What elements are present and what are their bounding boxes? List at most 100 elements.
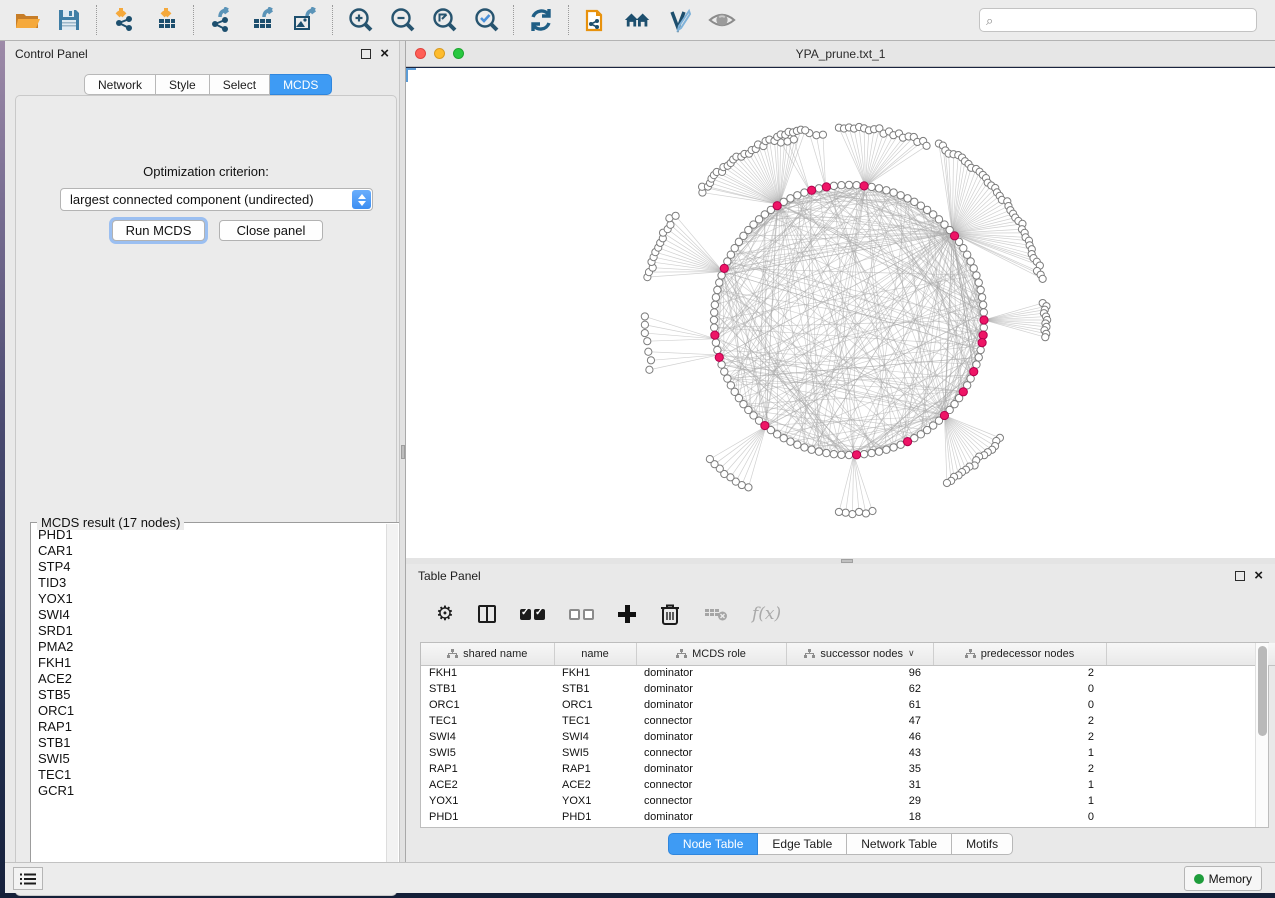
column-header-name[interactable]: name [554, 643, 636, 665]
cell-shared-name[interactable]: ORC1 [421, 697, 554, 713]
network-titlebar[interactable]: YPA_prune.txt_1 [406, 41, 1275, 67]
cell-predecessor-nodes[interactable]: 2 [933, 713, 1106, 729]
mcds-result-item[interactable]: RAP1 [32, 719, 384, 735]
dominator-node[interactable] [711, 331, 719, 339]
mcds-result-item[interactable]: ORC1 [32, 703, 384, 719]
dominator-node[interactable] [808, 186, 816, 194]
cell-predecessor-nodes[interactable]: 1 [933, 777, 1106, 793]
column-header-predecessor-nodes[interactable]: predecessor nodes [933, 643, 1106, 665]
mcds-result-item[interactable]: STB5 [32, 687, 384, 703]
dominator-node[interactable] [852, 451, 860, 459]
dominator-node[interactable] [959, 388, 967, 396]
close-panel-button[interactable]: Close panel [219, 220, 323, 241]
close-panel-icon[interactable]: × [1254, 571, 1263, 581]
network-node[interactable] [838, 182, 845, 189]
dominator-node[interactable] [950, 232, 958, 240]
network-node[interactable] [973, 272, 980, 279]
zoom-fit-button[interactable] [430, 6, 458, 34]
mcds-result-item[interactable]: PHD1 [32, 527, 384, 543]
table-row[interactable]: RAP1RAP1dominator352 [421, 761, 1275, 777]
dominator-node[interactable] [979, 331, 987, 339]
close-panel-icon[interactable]: × [380, 49, 389, 59]
cell-shared-name[interactable]: ACE2 [421, 777, 554, 793]
cell-MCDS-role[interactable]: dominator [636, 809, 786, 825]
cell-name[interactable]: SWI5 [554, 745, 636, 761]
save-session-button[interactable] [55, 6, 83, 34]
network-node[interactable] [801, 444, 808, 451]
network-node[interactable] [883, 187, 890, 194]
cell-predecessor-nodes[interactable]: 0 [933, 697, 1106, 713]
cell-name[interactable]: PHD1 [554, 809, 636, 825]
network-node[interactable] [975, 279, 982, 286]
network-node[interactable] [802, 127, 809, 134]
network-node[interactable] [842, 509, 849, 516]
cell-successor-nodes[interactable]: 61 [786, 697, 933, 713]
mcds-result-item[interactable]: YOX1 [32, 591, 384, 607]
cell-predecessor-nodes[interactable]: 1 [933, 793, 1106, 809]
network-node[interactable] [845, 451, 852, 458]
network-node[interactable] [890, 444, 897, 451]
deselect-all-button[interactable] [569, 609, 594, 620]
network-node[interactable] [835, 508, 842, 515]
network-node[interactable] [808, 446, 815, 453]
graphics-details-button[interactable] [708, 6, 736, 34]
network-node[interactable] [923, 142, 930, 149]
cell-MCDS-role[interactable]: dominator [636, 665, 786, 681]
cell-successor-nodes[interactable]: 18 [786, 809, 933, 825]
cell-name[interactable]: SWI4 [554, 729, 636, 745]
float-panel-icon[interactable] [361, 49, 371, 59]
network-node[interactable] [904, 195, 911, 202]
cell-successor-nodes[interactable]: 31 [786, 777, 933, 793]
network-node[interactable] [838, 451, 845, 458]
cell-successor-nodes[interactable]: 35 [786, 761, 933, 777]
network-node[interactable] [790, 136, 797, 143]
network-node[interactable] [875, 448, 882, 455]
network-node[interactable] [967, 258, 974, 265]
cell-successor-nodes[interactable]: 43 [786, 745, 933, 761]
network-node[interactable] [978, 294, 985, 301]
network-node[interactable] [641, 313, 648, 320]
network-node[interactable] [712, 294, 719, 301]
network-node[interactable] [710, 316, 717, 323]
network-node[interactable] [849, 511, 856, 518]
dominator-node[interactable] [903, 438, 911, 446]
network-node[interactable] [714, 346, 721, 353]
cell-predecessor-nodes[interactable]: 2 [933, 729, 1106, 745]
import-table-button[interactable] [152, 6, 180, 34]
scrollbar-thumb[interactable] [1258, 646, 1267, 736]
cell-shared-name[interactable]: TEC1 [421, 713, 554, 729]
network-node[interactable] [716, 279, 723, 286]
network-node[interactable] [980, 309, 987, 316]
cell-MCDS-role[interactable]: connector [636, 793, 786, 809]
mcds-result-item[interactable]: SRD1 [32, 623, 384, 639]
network-node[interactable] [897, 192, 904, 199]
network-node[interactable] [823, 449, 830, 456]
network-node[interactable] [672, 212, 679, 219]
network-node[interactable] [979, 301, 986, 308]
network-node[interactable] [711, 324, 718, 331]
delete-column-button[interactable] [660, 603, 680, 625]
cell-MCDS-role[interactable]: connector [636, 713, 786, 729]
cell-predecessor-nodes[interactable]: 2 [933, 761, 1106, 777]
table-row[interactable]: ORC1ORC1dominator610 [421, 697, 1275, 713]
mcds-result-item[interactable]: PMA2 [32, 639, 384, 655]
network-node[interactable] [819, 131, 826, 138]
select-all-button[interactable] [520, 609, 545, 620]
float-panel-icon[interactable] [1235, 571, 1245, 581]
mcds-result-item[interactable]: ACE2 [32, 671, 384, 687]
network-node[interactable] [667, 221, 674, 228]
dominator-node[interactable] [940, 411, 948, 419]
cell-successor-nodes[interactable]: 29 [786, 793, 933, 809]
tab-motifs[interactable]: Motifs [952, 833, 1013, 855]
cell-name[interactable]: YOX1 [554, 793, 636, 809]
table-row[interactable]: FKH1FKH1dominator962 [421, 665, 1275, 681]
network-node[interactable] [853, 182, 860, 189]
network-node[interactable] [855, 508, 862, 515]
criterion-dropdown[interactable]: largest connected component (undirected) [60, 188, 373, 211]
cell-shared-name[interactable]: YOX1 [421, 793, 554, 809]
table-row[interactable]: STB1STB1dominator620 [421, 681, 1275, 697]
tab-network-table[interactable]: Network Table [847, 833, 952, 855]
network-node[interactable] [787, 195, 794, 202]
mcds-result-item[interactable]: SWI5 [32, 751, 384, 767]
mcds-result-item[interactable]: STP4 [32, 559, 384, 575]
